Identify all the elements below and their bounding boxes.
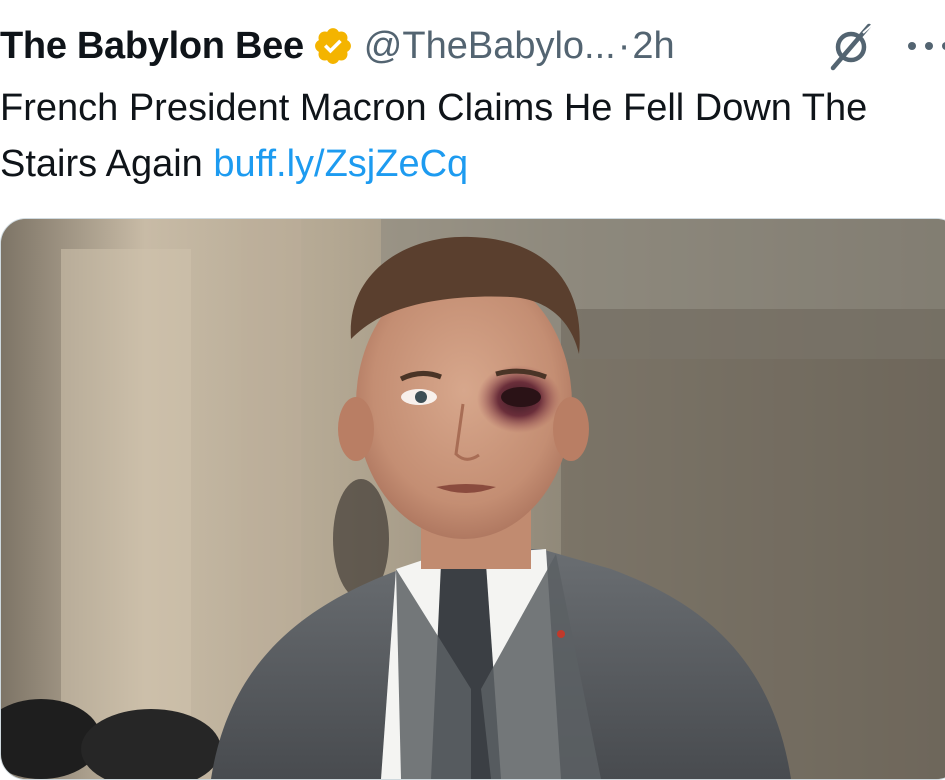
tweet-text: French President Macron Claims He Fell D… xyxy=(0,80,940,192)
tweet[interactable]: The Babylon Bee @TheBabylo... · 2h Frenc… xyxy=(0,0,945,780)
verified-badge-icon[interactable] xyxy=(312,25,354,67)
grok-icon[interactable] xyxy=(826,22,876,72)
separator-dot: · xyxy=(617,24,631,67)
more-options-icon[interactable] xyxy=(904,28,945,64)
timestamp[interactable]: 2h xyxy=(632,25,674,68)
photo-macron xyxy=(1,219,945,779)
tweet-header: The Babylon Bee @TheBabylo... · 2h xyxy=(0,18,945,74)
tweet-link[interactable]: buff.ly/ZsjZeCq xyxy=(213,143,468,185)
user-handle[interactable]: @TheBabylo... xyxy=(364,25,616,68)
display-name[interactable]: The Babylon Bee xyxy=(0,25,304,68)
tweet-image[interactable] xyxy=(0,218,945,780)
